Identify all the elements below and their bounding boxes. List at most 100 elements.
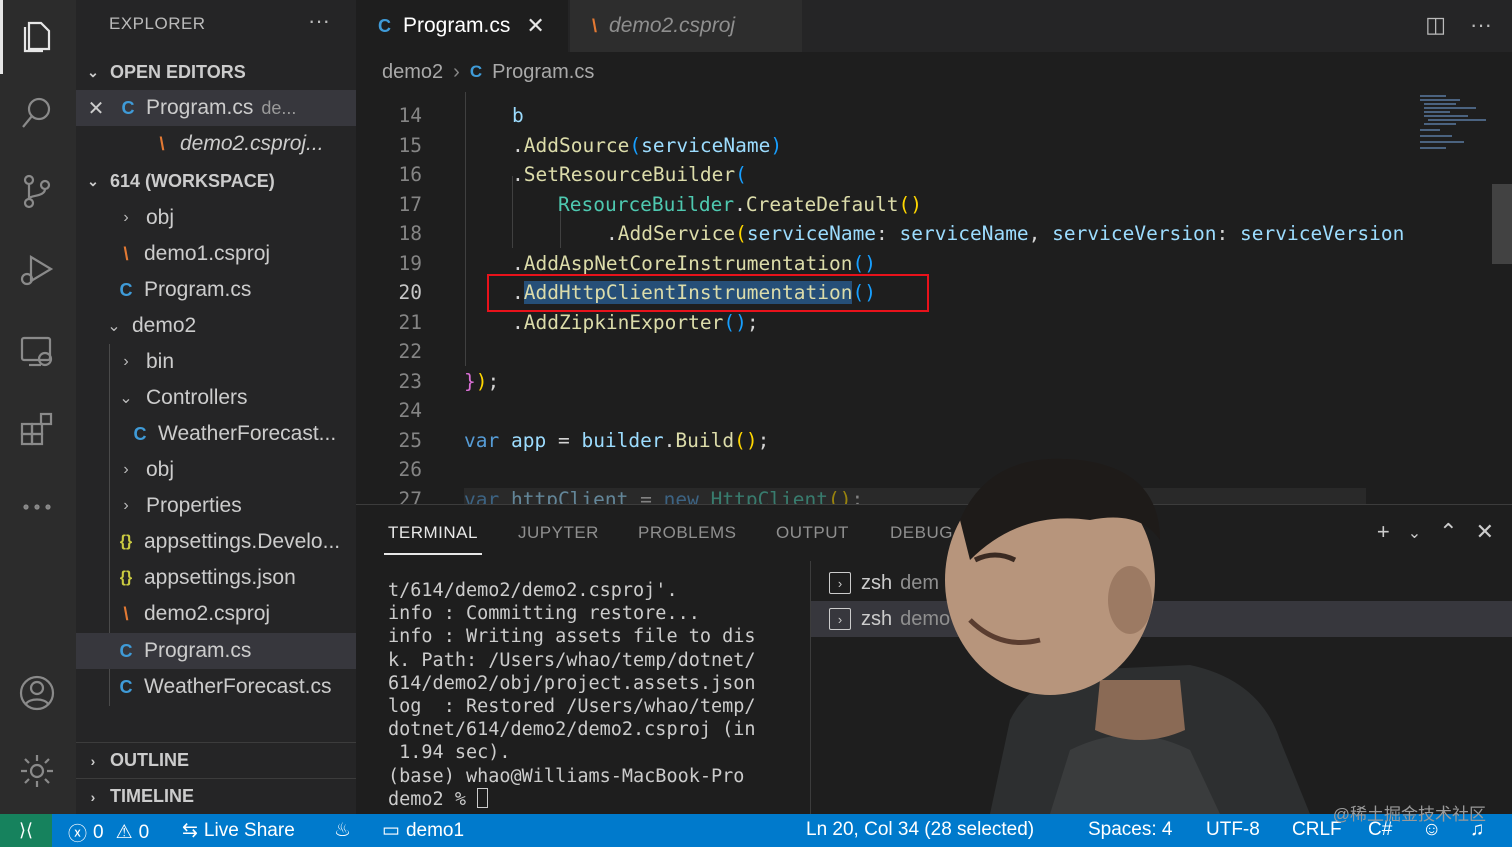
timeline-header[interactable]: › TIMELINE	[76, 778, 356, 814]
tab-program-cs[interactable]: C Program.cs ✕	[356, 0, 568, 52]
code-line: .AddZipkinExporter();	[512, 311, 759, 334]
remote-indicator-icon[interactable]: ⟩⟨	[0, 814, 52, 847]
outline-label: OUTLINE	[110, 750, 189, 770]
csproj-file-icon: \	[123, 603, 129, 624]
line-number: 17	[398, 193, 422, 216]
tree-file-program-cs[interactable]: C Program.cs	[76, 272, 356, 308]
close-icon[interactable]: ✕	[76, 96, 116, 121]
terminal-output[interactable]: t/614/demo2/demo2.csproj'. info : Committ…	[388, 579, 808, 811]
tree-folder-bin[interactable]: › bin	[76, 344, 356, 380]
open-editor-item[interactable]: ✕ C Program.cs de...	[76, 90, 356, 126]
folder-label: demo1	[405, 819, 465, 841]
folder-status[interactable]: ▭ demo1	[382, 819, 464, 842]
run-debug-icon[interactable]	[14, 246, 60, 292]
indentation-status[interactable]: Spaces: 4	[1088, 819, 1173, 841]
tree-file-program-cs-selected[interactable]: C Program.cs	[76, 633, 356, 669]
explorer-more-icon[interactable]: ···	[308, 8, 330, 34]
tree-label: WeatherForecast...	[158, 422, 337, 445]
tree-file-weatherforecast[interactable]: C WeatherForecast.cs	[76, 669, 356, 705]
tab-demo2-csproj[interactable]: \ demo2.csproj	[570, 0, 802, 52]
folder-icon: ▭	[382, 820, 400, 841]
line-number-current: 20	[398, 281, 422, 304]
code-editor[interactable]: 14 15 16 17 18 19 20 21 22 23 24 25 26 2…	[356, 92, 1512, 504]
terminal-icon: ›	[829, 608, 851, 630]
csharp-file-icon: C	[378, 15, 391, 36]
status-bar: ⟩⟨ ⓧ 0 ⚠ 0 ⇆ Live Share ♨ ▭ demo1 Ln 20,…	[0, 814, 1512, 847]
line-number: 19	[398, 252, 422, 275]
tree-label: demo2.csproj	[144, 602, 271, 625]
breadcrumb: demo2 › C Program.cs	[356, 52, 1512, 92]
search-icon[interactable]	[14, 90, 60, 136]
new-terminal-icon[interactable]: +	[1377, 519, 1390, 545]
highlight-box	[487, 274, 929, 312]
open-editors-header[interactable]: ⌄ OPEN EDITORS	[76, 54, 356, 90]
tree-label: Properties	[146, 494, 242, 517]
more-views-icon[interactable]	[14, 484, 60, 530]
chevron-down-icon: ⌄	[119, 390, 133, 407]
chevron-down-icon[interactable]: ⌄	[1408, 523, 1421, 545]
tab-terminal[interactable]: TERMINAL	[388, 523, 478, 543]
tab-label: demo2.csproj	[609, 14, 736, 37]
encoding-status[interactable]: UTF-8	[1206, 819, 1260, 841]
terminal-line: k. Path: /Users/whao/temp/dotnet/	[388, 649, 756, 671]
chevron-right-icon: ›	[453, 60, 460, 83]
more-actions-icon[interactable]: ···	[1470, 12, 1492, 38]
code-line: .SetResourceBuilder(	[512, 163, 747, 186]
workspace-header[interactable]: ⌄ 614 (WORKSPACE)	[76, 163, 356, 199]
remote-explorer-icon[interactable]	[14, 328, 60, 374]
breadcrumb-folder[interactable]: demo2	[382, 61, 443, 84]
tab-output[interactable]: OUTPUT	[776, 523, 849, 543]
tab-jupyter[interactable]: JUPYTER	[518, 523, 599, 543]
editor-scrollbar[interactable]	[1492, 184, 1512, 264]
open-editor-item[interactable]: \ demo2.csproj...	[76, 126, 356, 162]
tree-folder-obj[interactable]: › obj	[76, 200, 356, 236]
active-tab-underline	[384, 553, 482, 555]
tree-file-demo2-csproj[interactable]: \ demo2.csproj	[76, 596, 356, 632]
tree-folder-demo2[interactable]: ⌄ demo2	[76, 308, 356, 344]
line-number: 14	[398, 104, 422, 127]
tree-folder-controllers[interactable]: ⌄ Controllers	[76, 380, 356, 416]
tree-folder-properties[interactable]: › Properties	[76, 488, 356, 524]
tree-file-appsettings[interactable]: {} appsettings.json	[76, 560, 356, 596]
terminal-cursor	[477, 787, 489, 808]
chevron-right-icon: ›	[90, 752, 96, 769]
tree-folder-obj[interactable]: › obj	[76, 452, 356, 488]
csharp-file-icon: C	[119, 640, 133, 661]
tree-label: WeatherForecast.cs	[144, 675, 332, 698]
split-editor-icon[interactable]: ◫	[1425, 12, 1446, 38]
flame-icon[interactable]: ♨	[334, 819, 351, 842]
json-file-icon: {}	[119, 569, 133, 586]
terminal-line: dotnet/614/demo2/demo2.csproj (in	[388, 719, 756, 741]
extensions-icon[interactable]	[14, 406, 60, 452]
live-share-icon: ⇆	[182, 820, 198, 841]
warning-count: 0	[138, 821, 150, 843]
terminal-line: 614/demo2/obj/project.assets.json	[388, 672, 756, 694]
tree-file-weatherforecast-controller[interactable]: C WeatherForecast...	[76, 416, 356, 452]
explorer-title: EXPLORER	[109, 14, 206, 33]
accounts-icon[interactable]	[14, 670, 60, 716]
line-number: 16	[398, 163, 422, 186]
source-control-icon[interactable]	[14, 168, 60, 214]
tree-label: obj	[146, 206, 175, 229]
csharp-file-icon: C	[469, 62, 483, 81]
live-share-status[interactable]: ⇆ Live Share	[182, 819, 295, 842]
tree-file-appsettings-dev[interactable]: {} appsettings.Develo...	[76, 524, 356, 560]
breadcrumb-file[interactable]: Program.cs	[492, 61, 594, 84]
settings-gear-icon[interactable]	[14, 748, 60, 794]
chevron-right-icon: ›	[123, 497, 129, 514]
webcam-person-overlay	[945, 458, 1310, 814]
line-number: 25	[398, 429, 422, 452]
tab-problems[interactable]: PROBLEMS	[638, 523, 736, 543]
problems-status[interactable]: ⓧ 0 ⚠ 0	[68, 819, 149, 846]
csharp-file-icon: C	[133, 423, 147, 444]
tree-file-demo1-csproj[interactable]: \ demo1.csproj	[76, 236, 356, 272]
outline-header[interactable]: › OUTLINE	[76, 742, 356, 778]
tree-label: appsettings.Develo...	[144, 530, 341, 553]
close-icon[interactable]: ✕	[526, 13, 544, 39]
code-line: ResourceBuilder.CreateDefault()	[558, 193, 922, 216]
maximize-panel-icon[interactable]: ⌃	[1439, 519, 1457, 545]
close-panel-icon[interactable]: ✕	[1476, 519, 1494, 545]
minimap[interactable]	[1416, 92, 1492, 162]
explorer-icon[interactable]	[14, 12, 60, 58]
cursor-position[interactable]: Ln 20, Col 34 (28 selected)	[806, 819, 1034, 841]
